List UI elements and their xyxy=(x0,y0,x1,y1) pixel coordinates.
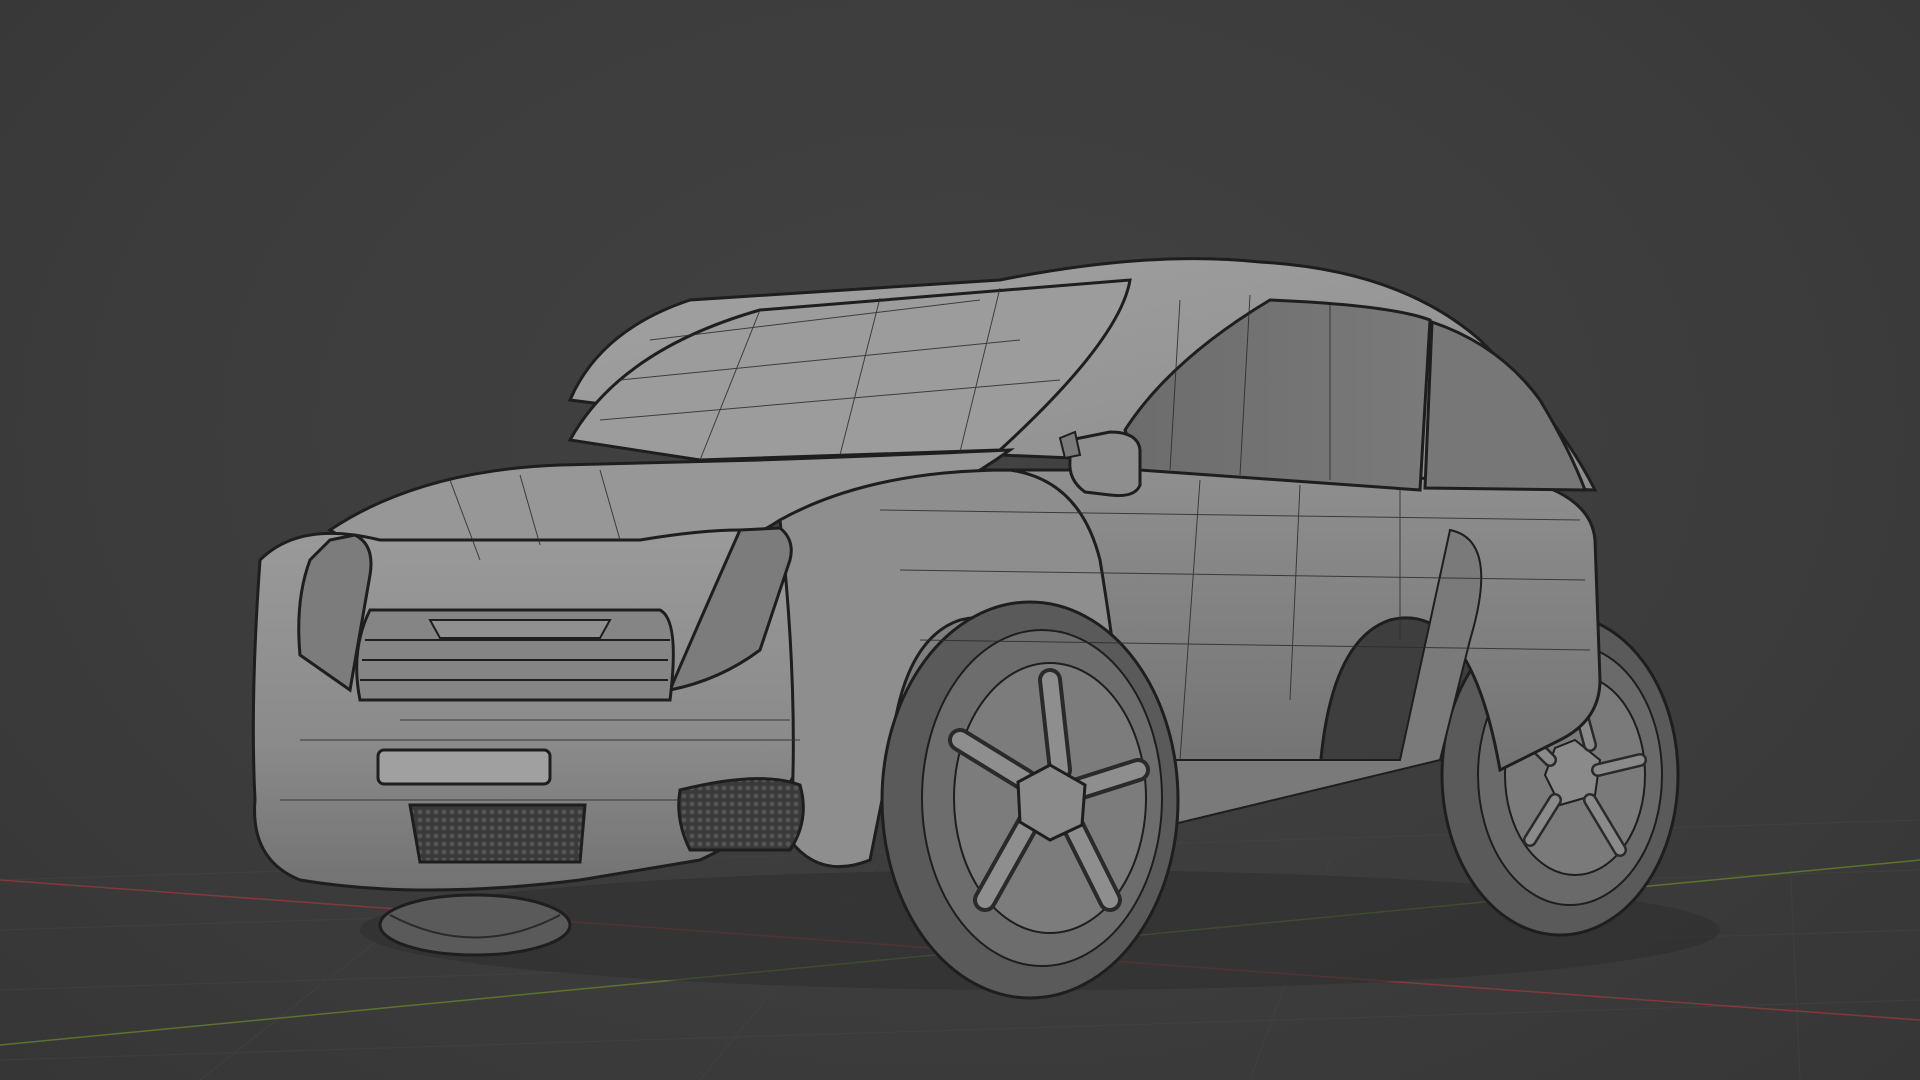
3d-viewport[interactable] xyxy=(0,0,1920,1080)
front-left-wheel[interactable] xyxy=(378,893,572,957)
front-light-bar xyxy=(376,748,552,786)
front-right-wheel[interactable] xyxy=(880,600,1180,1000)
car-model[interactable] xyxy=(251,257,1720,1000)
front-grille xyxy=(355,608,675,702)
side-intake-mesh xyxy=(677,777,805,852)
lower-grille-mesh xyxy=(408,803,587,864)
car-rear-window xyxy=(1423,319,1588,492)
